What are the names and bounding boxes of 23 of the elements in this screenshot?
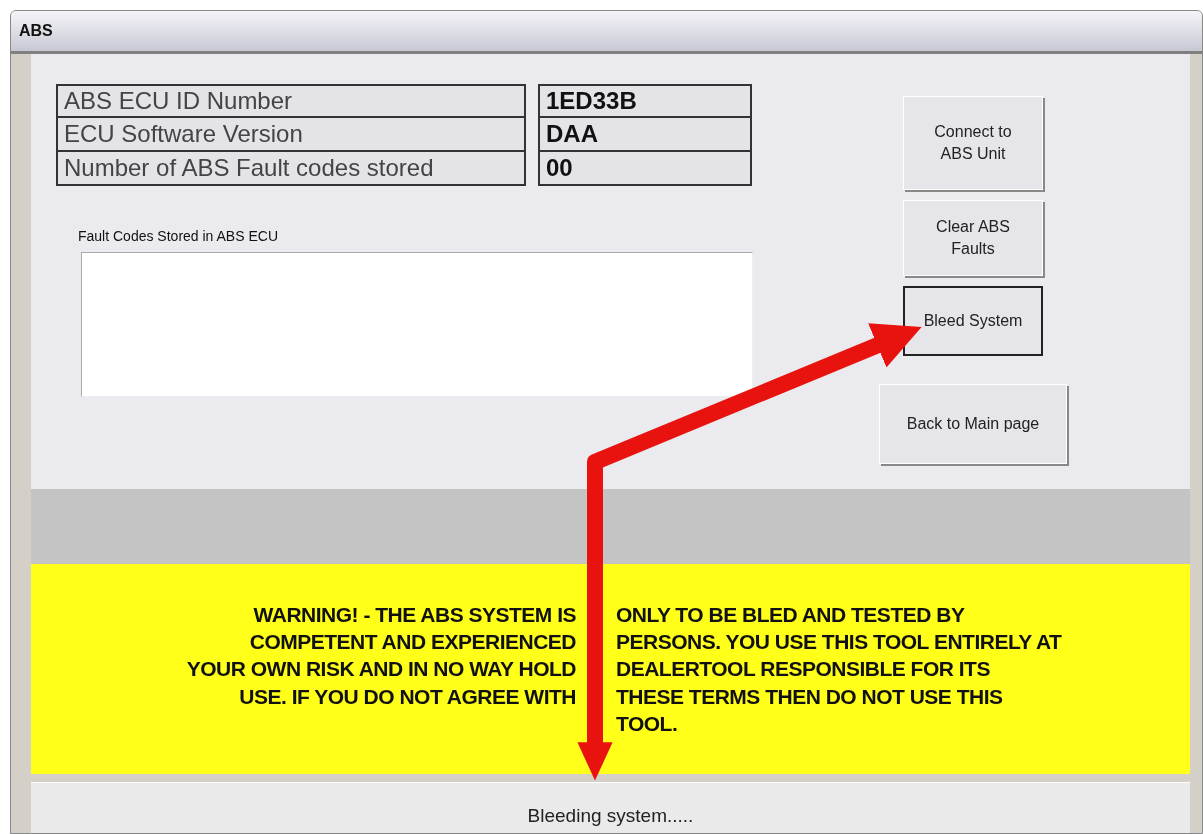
fault-codes-list[interactable]	[81, 252, 753, 397]
action-button[interactable]: Connect to ABS Unit	[903, 96, 1043, 190]
action-button[interactable]: Back to Main page	[879, 384, 1067, 464]
warning-text: DEALERTOOL RESPONSIBLE FOR ITS	[616, 656, 990, 682]
action-button[interactable]: Clear ABS Faults	[903, 200, 1043, 276]
field-label: Fault Codes Stored in ABS ECU	[78, 228, 278, 244]
warning-text: TOOL.	[616, 710, 678, 736]
action-button[interactable]: Bleed System	[903, 286, 1043, 356]
warning-text: THESE TERMS THEN DO NOT USE THIS	[616, 683, 1003, 709]
warning-text: YOUR OWN RISK AND IN NO WAY HOLD	[186, 656, 576, 682]
warning-text: COMPETENT AND EXPERIENCED	[249, 629, 576, 655]
warning-text: PERSONS. YOU USE THIS TOOL ENTIRELY AT	[616, 629, 1062, 655]
window-title: ABS	[11, 11, 1202, 54]
value-cell: DAA	[538, 118, 752, 152]
status-text: Bleeding system.....	[527, 805, 694, 827]
label-cell: Number of ABS Fault codes stored	[56, 152, 526, 186]
warning-text: WARNING! - THE ABS SYSTEM IS	[253, 602, 576, 628]
value-cell: 1ED33B	[538, 84, 752, 118]
warning-text: USE. IF YOU DO NOT AGREE WITH	[239, 683, 576, 709]
label-cell: ECU Software Version	[56, 118, 526, 152]
label-cell: ABS ECU ID Number	[56, 84, 526, 118]
warning-text: ONLY TO BE BLED AND TESTED BY	[616, 602, 965, 628]
value-cell: 00	[538, 152, 752, 186]
